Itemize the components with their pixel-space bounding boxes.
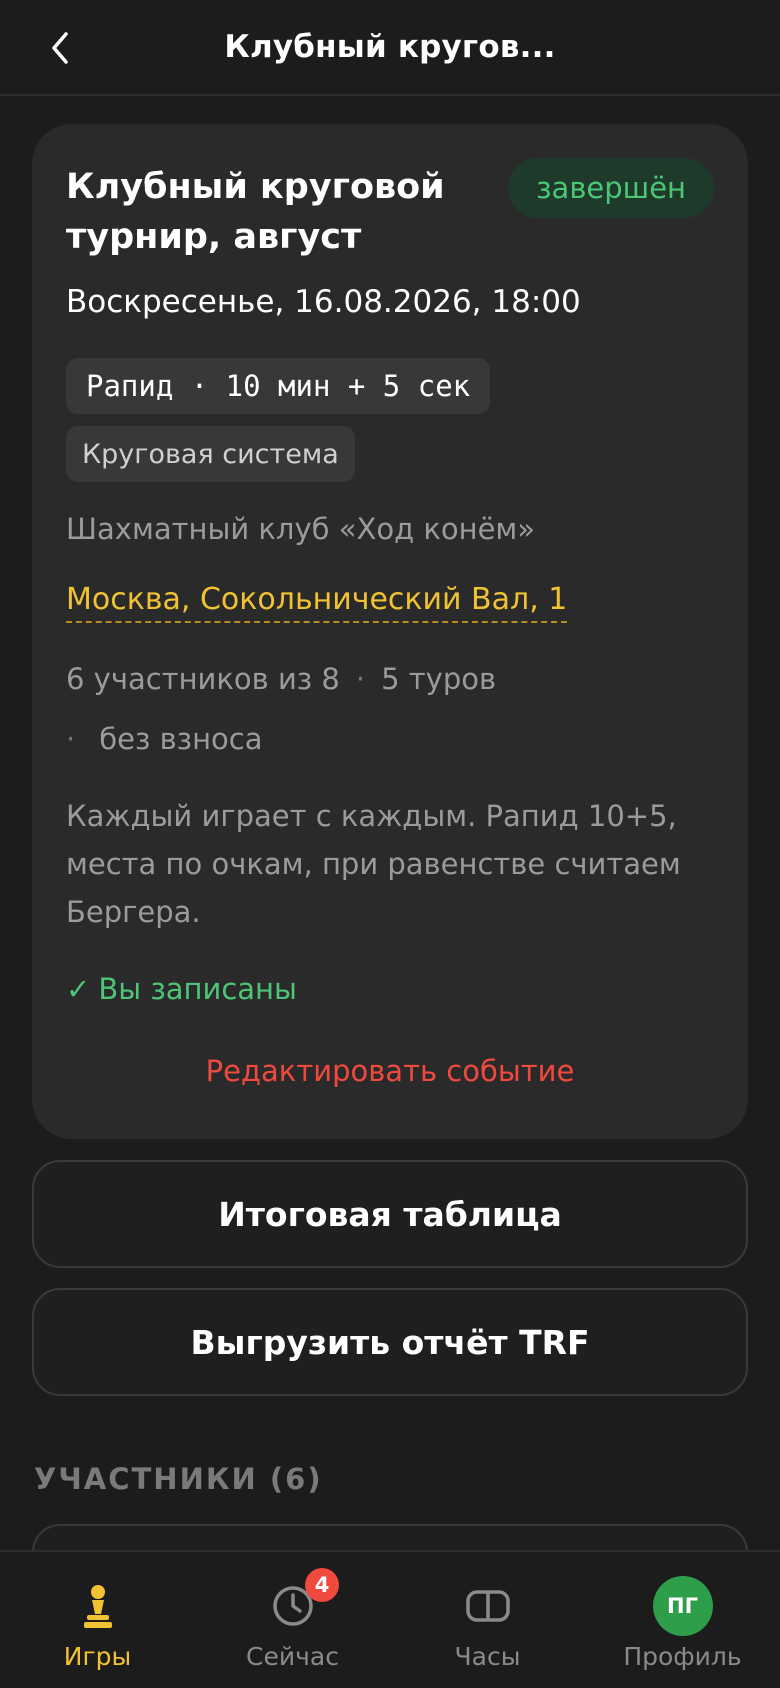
rounds-count: 5 туров bbox=[381, 662, 497, 696]
tab-games-label: Игры bbox=[63, 1642, 132, 1671]
event-description: Каждый играет с каждым. Рапид 10+5, мест… bbox=[66, 799, 681, 929]
tab-clock-label: Часы bbox=[454, 1642, 521, 1671]
pawn-icon bbox=[74, 1582, 122, 1630]
tab-bar: Игры 4 Сейчас Часы ПГ Профиль bbox=[0, 1550, 780, 1688]
back-button[interactable] bbox=[36, 26, 84, 70]
page-title: Клубный кругов... bbox=[224, 29, 556, 65]
chevron-left-icon bbox=[52, 32, 68, 64]
tab-clock[interactable]: Часы bbox=[390, 1552, 585, 1688]
registration-label: Вы записаны bbox=[98, 972, 297, 1006]
tab-now[interactable]: 4 Сейчас bbox=[195, 1552, 390, 1688]
event-meta-fee: · без взноса bbox=[66, 722, 263, 756]
participants-count: 6 участников из 8 bbox=[66, 662, 340, 696]
system-chip: Круговая система bbox=[66, 426, 355, 482]
top-bar: Клубный кругов... bbox=[0, 0, 780, 96]
event-title: Клубный круговой турнир, август bbox=[66, 167, 445, 257]
meta-separator: · bbox=[355, 662, 366, 696]
tab-profile-label: Профиль bbox=[623, 1642, 742, 1671]
event-datetime: Воскресенье, 16.08.2026, 18:00 bbox=[66, 284, 581, 320]
avatar: ПГ bbox=[652, 1576, 713, 1636]
check-icon: ✓ bbox=[66, 972, 91, 1006]
status-badge: завершён bbox=[508, 158, 714, 218]
tab-now-label: Сейчас bbox=[246, 1642, 339, 1671]
meta-separator: · bbox=[66, 722, 76, 756]
edit-event-button[interactable]: Редактировать событие bbox=[32, 1054, 748, 1088]
entry-fee: без взноса bbox=[99, 722, 263, 756]
tab-profile[interactable]: ПГ Профиль bbox=[585, 1552, 780, 1688]
club-name: Шахматный клуб «Ход конём» bbox=[66, 512, 536, 546]
registration-status: ✓ Вы записаны bbox=[66, 972, 297, 1006]
tab-games[interactable]: Игры bbox=[0, 1552, 195, 1688]
time-control-chip: Рапид · 10 мин + 5 сек bbox=[66, 358, 491, 414]
participants-section-title: УЧАСТНИКИ (6) bbox=[34, 1462, 323, 1496]
event-meta: 6 участников из 8 · 5 туров bbox=[66, 662, 496, 696]
standings-button[interactable]: Итоговая таблица bbox=[32, 1160, 748, 1268]
chess-clock-icon bbox=[464, 1582, 512, 1630]
export-trf-button[interactable]: Выгрузить отчёт TRF bbox=[32, 1288, 748, 1396]
address-link[interactable]: Москва, Сокольнический Вал, 1 bbox=[66, 582, 568, 623]
event-card: Клубный круговой турнир, август завершён… bbox=[32, 124, 748, 1139]
notification-badge: 4 bbox=[305, 1568, 339, 1602]
